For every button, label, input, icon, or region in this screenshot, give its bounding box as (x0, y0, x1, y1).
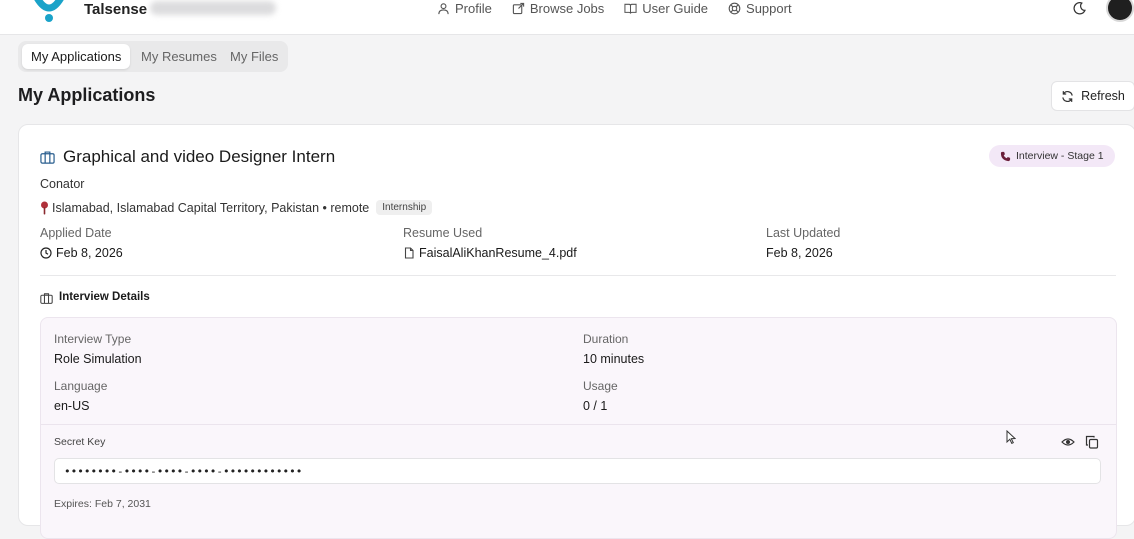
blurred-brand-extension (150, 1, 276, 15)
duration-value: 10 minutes (583, 352, 645, 366)
resume-file-name: FaisalAliKhanResume_4.pdf (419, 246, 577, 260)
nav-link-support[interactable]: Support (728, 0, 792, 17)
briefcase-icon (40, 151, 55, 164)
tab-my-applications[interactable]: My Applications (22, 44, 131, 69)
nav-link-user-guide[interactable]: User Guide (624, 0, 708, 17)
nav-link-browse-jobs[interactable]: Browse Jobs (512, 0, 604, 17)
usage-value: 0 / 1 (583, 399, 608, 413)
user-avatar[interactable] (1106, 0, 1134, 22)
talsense-logo-icon[interactable] (32, 0, 66, 24)
map-pin-icon (41, 201, 48, 214)
external-link-icon (512, 2, 525, 15)
applied-date-label: Applied Date (40, 226, 112, 240)
interview-details-heading: Interview Details (59, 291, 150, 303)
last-updated-value: Feb 8, 2026 (766, 246, 833, 260)
job-title[interactable]: Graphical and video Designer Intern (63, 147, 335, 167)
nav-link-profile[interactable]: Profile (437, 0, 492, 17)
secret-key-input[interactable] (54, 458, 1101, 484)
nav-link-label: User Guide (642, 1, 709, 16)
location-row: Islamabad, Islamabad Capital Territory, … (40, 200, 433, 215)
section-tabs: My Applications My Resumes My Files (18, 41, 288, 72)
refresh-label: Refresh (1081, 89, 1125, 103)
phone-icon (1000, 151, 1011, 161)
language-label: Language (54, 379, 108, 393)
user-icon (438, 3, 449, 15)
location-text: Islamabad, Islamabad Capital Territory, … (52, 200, 370, 215)
secret-key-label: Secret Key (54, 436, 106, 448)
status-badge: Interview - Stage 1 (989, 145, 1115, 167)
nav-link-label: Profile (455, 1, 492, 16)
company-name: Conator (40, 177, 85, 191)
resume-used-label: Resume Used (403, 226, 483, 240)
nav-link-label: Browse Jobs (529, 1, 605, 16)
job-type-tag: Internship (376, 200, 433, 215)
refresh-icon (1062, 90, 1073, 102)
interview-type-label: Interview Type (54, 332, 132, 346)
tab-my-resumes[interactable]: My Resumes (132, 44, 226, 69)
applied-date-value: Feb 8, 2026 (40, 246, 123, 260)
resume-used-value[interactable]: FaisalAliKhanResume_4.pdf (403, 246, 577, 260)
nav-link-label: Support (746, 1, 792, 16)
stage-label: Interview - Stage 1 (1016, 150, 1104, 162)
clock-icon (40, 247, 52, 259)
brand-name[interactable]: Talsense (84, 1, 147, 18)
panel-divider (41, 424, 1116, 425)
application-card[interactable]: Graphical and video Designer Intern Inte… (18, 124, 1134, 539)
eye-icon[interactable] (1061, 435, 1075, 449)
briefcase-icon (40, 293, 53, 304)
language-value: en-US (54, 399, 90, 413)
dark-mode-moon-icon[interactable] (1072, 1, 1087, 16)
copy-icon[interactable] (1085, 435, 1099, 449)
last-updated-label: Last Updated (766, 226, 841, 240)
duration-label: Duration (583, 332, 629, 346)
file-icon (404, 247, 414, 259)
expires-text: Expires: Feb 7, 2031 (54, 498, 151, 510)
lifebuoy-icon (728, 2, 741, 15)
nav-links: Profile Browse Jobs User Guide Support (437, 0, 792, 17)
mouse-cursor-icon (1006, 430, 1016, 444)
usage-label: Usage (583, 379, 618, 393)
interview-type-value: Role Simulation (54, 352, 142, 366)
applied-date-text: Feb 8, 2026 (56, 246, 123, 260)
page-title: My Applications (18, 85, 156, 105)
section-divider (40, 275, 1116, 276)
interview-details-panel: Interview Type Role Simulation Duration … (40, 317, 1117, 539)
refresh-button[interactable]: Refresh (1051, 81, 1134, 111)
tab-my-files[interactable]: My Files (221, 44, 287, 69)
top-navigation-bar: Talsense Profile Browse Jobs User Guide … (0, 0, 1134, 35)
book-icon (624, 3, 637, 14)
